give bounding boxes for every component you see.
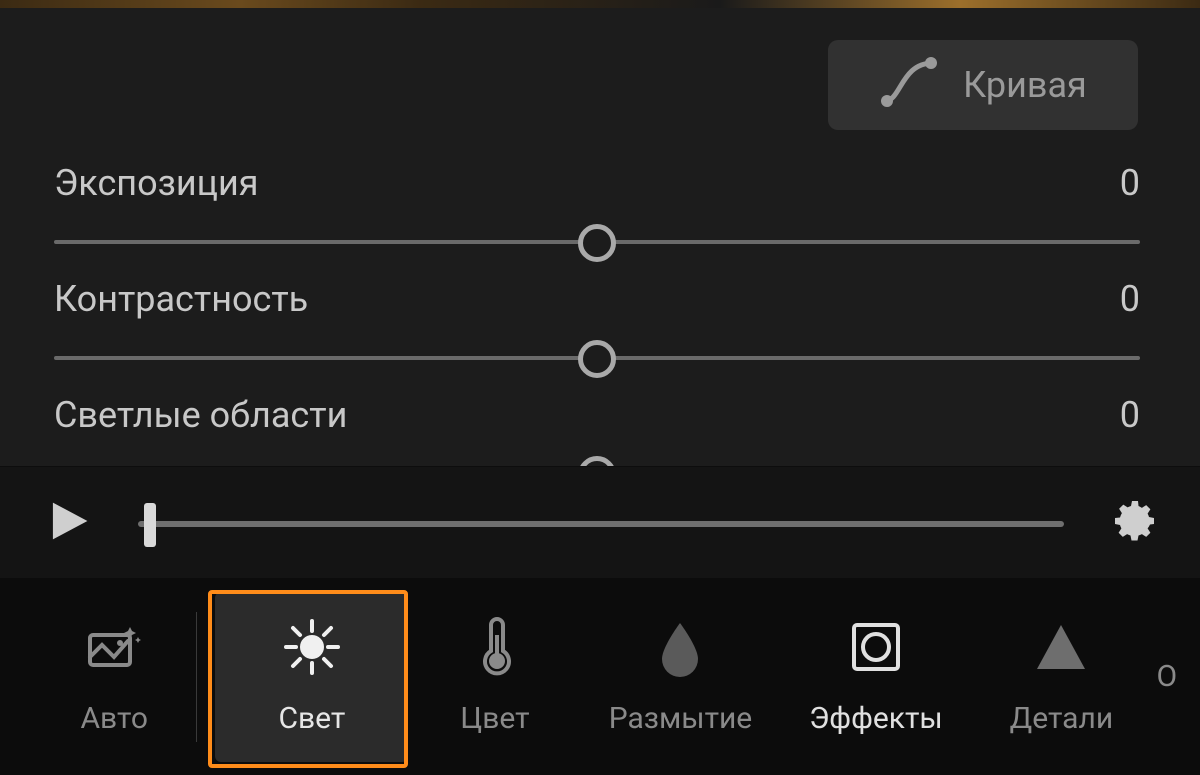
play-icon[interactable] xyxy=(46,498,92,548)
slider-label: Контрастность xyxy=(54,278,308,320)
tab-auto[interactable]: Авто xyxy=(40,592,188,762)
tab-label: Детали xyxy=(1010,701,1113,736)
curve-icon xyxy=(879,51,939,120)
bottom-toolbar: Авто Свет Цвет Размытие Эффекты Детали О xyxy=(0,578,1200,775)
slider-contrast[interactable]: Контрастность 0 xyxy=(54,278,1140,384)
drop-icon xyxy=(650,617,710,685)
slider-value: 0 xyxy=(1120,278,1140,320)
slider-value: 0 xyxy=(1120,162,1140,204)
auto-icon xyxy=(84,617,144,685)
tab-detail[interactable]: Детали xyxy=(972,592,1150,762)
gear-icon[interactable] xyxy=(1110,496,1160,550)
timeline-knob[interactable] xyxy=(144,503,156,547)
slider-label: Светлые области xyxy=(54,394,347,436)
tab-label: Свет xyxy=(278,701,345,736)
thermometer-icon xyxy=(465,617,525,685)
adjustments-panel: Кривая Экспозиция 0 Контрастность 0 Свет… xyxy=(0,8,1200,466)
slider-label: Экспозиция xyxy=(54,162,259,204)
tab-label: Авто xyxy=(80,701,147,736)
slider-thumb[interactable] xyxy=(578,340,616,378)
sun-icon xyxy=(282,617,342,685)
tab-label: О xyxy=(1156,659,1177,694)
tab-partial-cut[interactable]: О xyxy=(1150,592,1200,762)
tab-label: Цвет xyxy=(460,701,529,736)
curve-button[interactable]: Кривая xyxy=(828,40,1138,130)
tab-blur[interactable]: Размытие xyxy=(582,592,780,762)
tab-label: Эффекты xyxy=(809,701,943,736)
slider-highlights[interactable]: Светлые области 0 xyxy=(54,394,1140,466)
slider-exposure[interactable]: Экспозиция 0 xyxy=(54,162,1140,268)
triangle-icon xyxy=(1031,617,1091,685)
slider-value: 0 xyxy=(1120,394,1140,436)
tab-color[interactable]: Цвет xyxy=(408,592,581,762)
tab-light[interactable]: Свет xyxy=(215,592,408,762)
toolbar-divider xyxy=(196,612,197,742)
timeline-bar xyxy=(0,466,1200,578)
curve-button-label: Кривая xyxy=(963,64,1087,106)
slider-thumb[interactable] xyxy=(578,456,616,466)
slider-thumb[interactable] xyxy=(578,224,616,262)
tab-effects[interactable]: Эффекты xyxy=(779,592,972,762)
tab-label: Размытие xyxy=(609,701,753,736)
timeline-track[interactable] xyxy=(138,499,1064,547)
effects-icon xyxy=(846,617,906,685)
image-preview-strip xyxy=(0,0,1200,8)
